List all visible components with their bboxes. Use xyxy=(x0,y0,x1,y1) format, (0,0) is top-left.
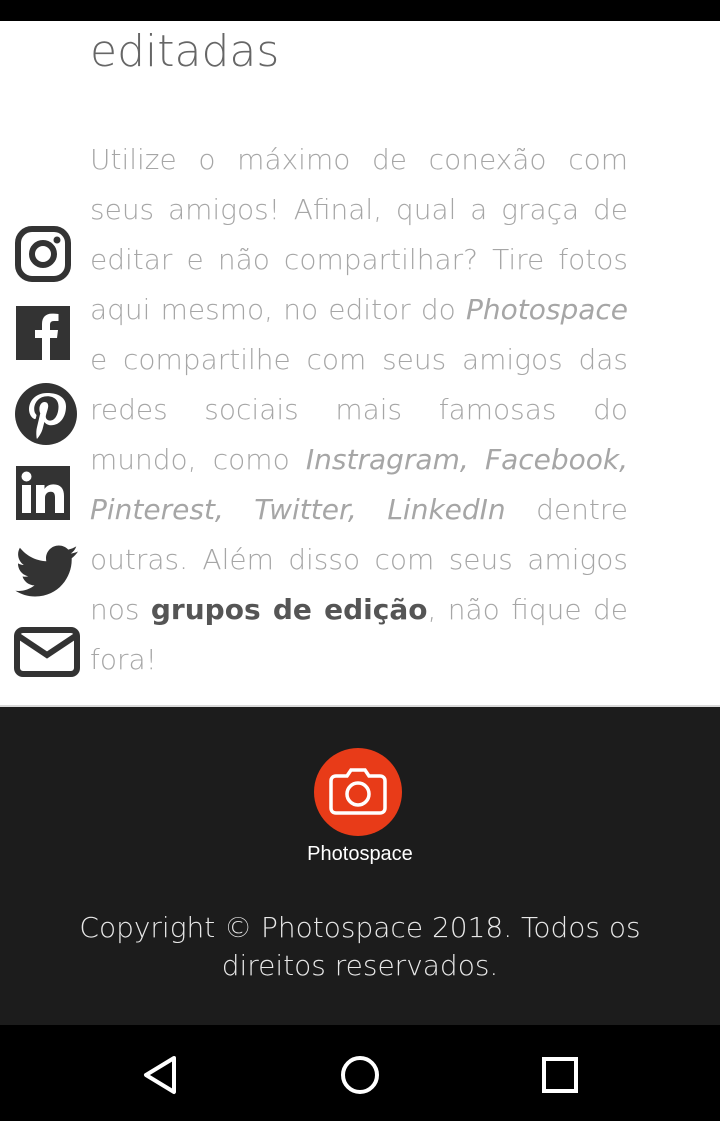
home-icon xyxy=(341,1056,379,1094)
recents-button[interactable] xyxy=(532,1047,588,1103)
article-content: editadas Utilize o máximo de conexão com… xyxy=(0,21,720,707)
camera-icon xyxy=(329,768,387,815)
twitter-icon[interactable] xyxy=(14,544,80,602)
back-icon xyxy=(144,1056,176,1094)
instagram-icon[interactable] xyxy=(14,225,72,283)
navigation-bar xyxy=(0,1025,720,1121)
home-button[interactable] xyxy=(332,1047,388,1103)
footer: Photospace Copyright © Photospace 2018. … xyxy=(0,705,720,1025)
back-button[interactable] xyxy=(132,1047,188,1103)
brand-name: Photospace xyxy=(465,293,628,326)
article-heading: editadas xyxy=(90,26,280,77)
linkedin-icon[interactable] xyxy=(14,464,72,522)
article-paragraph: Utilize o máximo de conexão com seus ami… xyxy=(90,135,628,685)
logo-text: Photospace xyxy=(307,843,413,865)
photospace-logo[interactable] xyxy=(314,748,402,836)
groups-link[interactable]: grupos de edição xyxy=(151,593,428,626)
status-bar xyxy=(0,0,720,21)
pinterest-icon[interactable] xyxy=(14,382,78,446)
copyright-text: Copyright © Photospace 2018. Todos os di… xyxy=(79,911,641,982)
facebook-icon[interactable] xyxy=(14,304,72,362)
mail-icon[interactable] xyxy=(14,627,80,677)
recents-icon xyxy=(542,1057,578,1093)
